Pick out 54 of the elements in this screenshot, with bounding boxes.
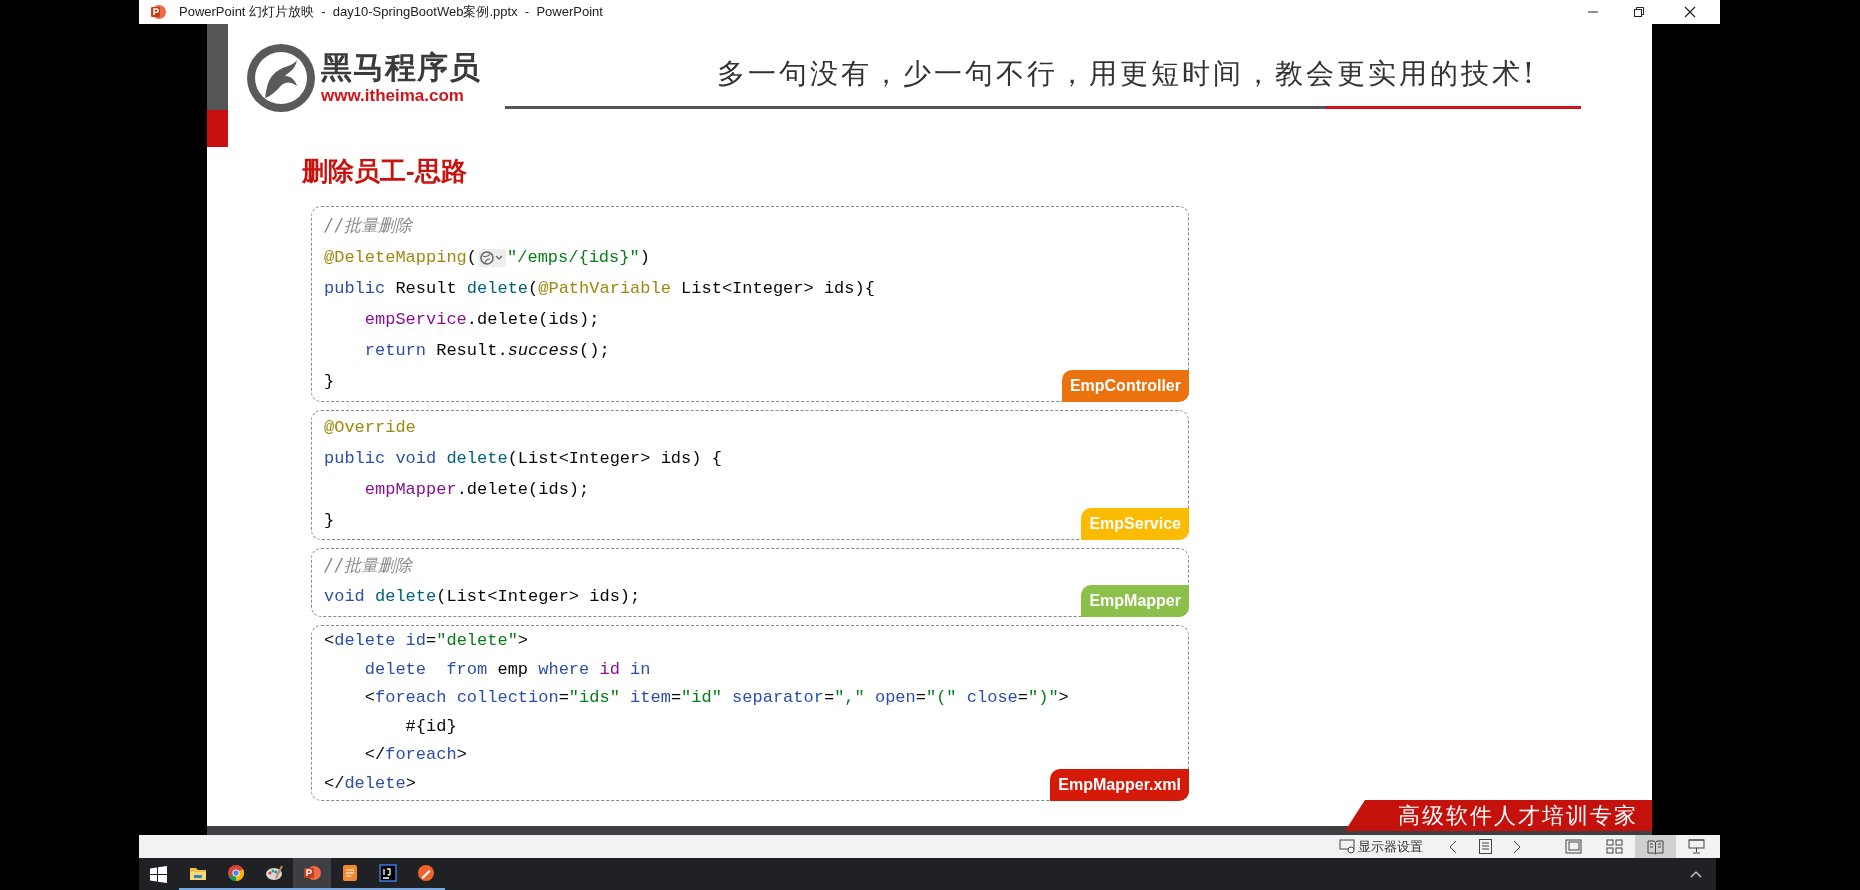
powerpoint-icon: [150, 4, 166, 20]
code-line: #{id}: [404, 715, 457, 738]
close-icon: [1684, 6, 1696, 18]
slogan: 多一句没有，少一句不行，用更短时间，教会更实用的技术!: [716, 56, 1537, 92]
code-line: //批量删除: [324, 554, 413, 577]
code-line: <delete id="delete">: [324, 630, 529, 652]
restore-icon: [1633, 6, 1645, 18]
chevron-up-icon: [1690, 870, 1702, 878]
document-icon: [340, 863, 360, 883]
windows-icon: [149, 865, 167, 883]
code-line: @DeleteMapping(: [324, 247, 478, 269]
taskbar-app-button[interactable]: [293, 858, 331, 890]
chevron-right-icon: [1513, 839, 1521, 854]
code-line: "/emps/{ids}"): [507, 247, 650, 269]
accent-block: [207, 110, 228, 147]
slide-sorter-icon: [1606, 838, 1623, 855]
reading-view-button[interactable]: [1635, 835, 1676, 858]
code-line: }: [324, 371, 335, 393]
code-line: empMapper.delete(ids);: [363, 479, 590, 501]
code-line: delete from emp where id in: [363, 658, 651, 681]
normal-view-icon: [1565, 838, 1582, 855]
layer-label: EmpController: [1061, 370, 1189, 402]
layer-label: EmpService: [1081, 508, 1189, 540]
monitor-gear-icon: [1339, 839, 1356, 854]
code-editor-icon: [378, 863, 398, 883]
globe-hint-icon[interactable]: [478, 248, 507, 267]
code-line: </delete>: [324, 772, 416, 795]
logo-name: 黑马程序员: [321, 50, 481, 86]
chevron-left-icon: [1449, 839, 1457, 854]
logo-url: www.itheima.com: [321, 86, 465, 106]
layer-label: EmpMapper: [1081, 585, 1189, 617]
reading-view-icon: [1647, 838, 1664, 855]
powerpoint-icon: [302, 863, 322, 883]
logo-icon: [245, 42, 317, 114]
code-line: @Override: [324, 417, 416, 439]
code-line: public void delete(List<Integer> ids) {: [324, 448, 722, 470]
code-line: void delete(List<Integer> ids);: [324, 586, 641, 608]
slide-list-icon: [1478, 839, 1492, 854]
code-line: public Result delete(@PathVariable List<Integer> ids){: [324, 278, 875, 300]
slideshow-icon: [1688, 838, 1705, 855]
code-line: return Result.success();: [363, 340, 610, 362]
palette-icon: [264, 863, 284, 883]
code-line: //批量删除: [324, 214, 413, 237]
layer-label: EmpMapper.xml: [1050, 769, 1189, 801]
footer-text: 高级软件人才培训专家: [1398, 802, 1638, 830]
pencil-icon: [416, 863, 436, 883]
slide-title: 删除员工-思路: [302, 155, 467, 188]
code-line: </foreach>: [363, 744, 467, 766]
code-line: <foreach collection="ids" item="id" separator="," open="(" close=")">: [363, 687, 1069, 709]
chrome-icon: [226, 863, 246, 883]
code-line: empService.delete(ids);: [363, 309, 600, 331]
display-settings-button[interactable]: 显示器设置: [1337, 835, 1425, 858]
code-line: }: [324, 510, 335, 532]
window-title: PowerPoint 幻灯片放映 - day10-SpringBootWeb案例.pptx - PowerPoint: [179, 3, 603, 22]
